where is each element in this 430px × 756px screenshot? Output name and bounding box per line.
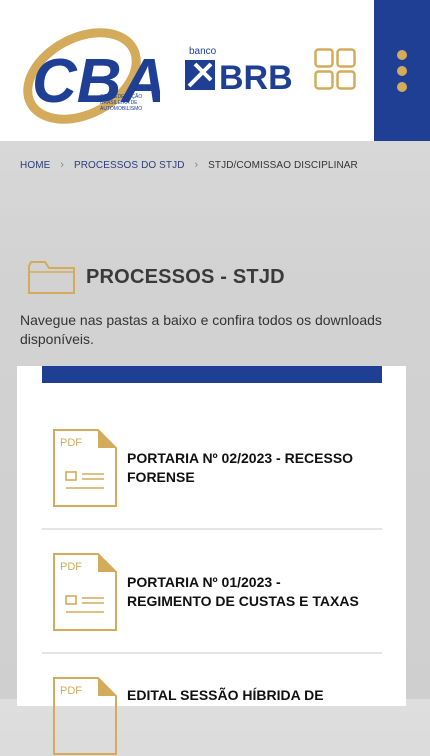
site-header: CBA CONFEDERAÇÃO BRASILEIRA DE AUTOMOBIL… xyxy=(0,0,430,141)
pdf-file-icon: PDF xyxy=(53,429,117,507)
documents-card: PDF PORTARIA Nº 02/2023 - RECESSO FORENS… xyxy=(17,366,406,755)
pdf-file-icon: PDF xyxy=(53,553,117,631)
svg-text:PDF: PDF xyxy=(60,561,82,573)
svg-text:BRB: BRB xyxy=(219,59,293,97)
svg-text:PDF: PDF xyxy=(60,437,82,449)
cba-logo[interactable]: CBA CONFEDERAÇÃO BRASILEIRA DE AUTOMOBIL… xyxy=(20,18,160,126)
document-title[interactable]: EDITAL SESSÃO HÍBRIDA DE xyxy=(127,686,324,705)
breadcrumb-processos[interactable]: PROCESSOS DO STJD xyxy=(74,160,185,171)
breadcrumb-home[interactable]: HOME xyxy=(20,160,50,171)
divider xyxy=(42,652,382,654)
breadcrumb: HOME › PROCESSOS DO STJD › STJD/COMISSAO… xyxy=(20,159,358,171)
document-item[interactable]: PDF PORTARIA Nº 01/2023 - REGIMENTO DE C… xyxy=(42,550,382,655)
pdf-file-icon: PDF xyxy=(53,677,117,755)
card-top-bar xyxy=(42,366,382,383)
document-item[interactable]: PDF PORTARIA Nº 02/2023 - RECESSO FORENS… xyxy=(42,426,382,531)
svg-text:banco: banco xyxy=(189,46,217,57)
page-title: PROCESSOS - STJD xyxy=(86,266,285,288)
chevron-right-icon: › xyxy=(60,159,65,171)
folder-icon xyxy=(28,261,75,294)
chevron-right-icon: › xyxy=(194,159,199,171)
divider xyxy=(42,528,382,530)
document-item[interactable]: PDF EDITAL SESSÃO HÍBRIDA DE xyxy=(42,674,382,755)
menu-button[interactable] xyxy=(374,0,430,141)
svg-text:PDF: PDF xyxy=(60,685,82,697)
document-title[interactable]: PORTARIA Nº 01/2023 - REGIMENTO DE CUSTA… xyxy=(127,573,359,611)
document-title[interactable]: PORTARIA Nº 02/2023 - RECESSO FORENSE xyxy=(127,449,353,487)
breadcrumb-current: STJD/COMISSAO DISCIPLINAR xyxy=(208,159,358,171)
brb-logo[interactable]: banco BRB xyxy=(183,42,298,98)
svg-text:CONFEDERAÇÃO: CONFEDERAÇÃO xyxy=(100,93,142,100)
apps-grid-icon[interactable] xyxy=(314,48,356,90)
page-intro: Navegue nas pastas a baixo e confira tod… xyxy=(20,312,382,347)
svg-text:AUTOMOBILISMO: AUTOMOBILISMO xyxy=(100,106,142,112)
